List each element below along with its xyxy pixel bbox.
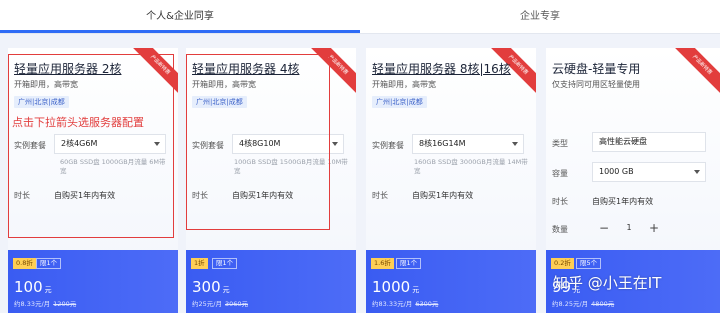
discount-badge: 1折 [191,258,208,269]
spec-note: 160GB SSD盘 3000GB月流量 14M带宽 [414,158,528,175]
minus-button[interactable]: − [594,218,614,238]
discount-badge: 0.2折 [551,258,574,269]
original-price: 3060元 [224,300,249,308]
capacity-label: 容量 [552,169,568,178]
spec-label: 实例套餐 [372,141,404,150]
quantity-stepper: − 1 + [594,218,664,238]
instruction-annotation: 点击下拉箭头选服务器配置 [12,116,144,129]
spec-select-value: 8核16G14M [419,139,466,148]
price-panel[interactable]: 1.6折 限1个 1000 元 约83.33元/月 6300元 [366,250,536,313]
card-subtitle: 仅支持同可用区轻量使用 [552,80,640,89]
discount-badge: 0.8折 [13,258,36,269]
duration-value: 自购买1年内有效 [412,191,474,200]
highlight-box [186,54,330,230]
price-amount: 300 元 [192,278,230,296]
duration-label: 时长 [372,191,388,200]
disk-type-value: 高性能云硬盘 [599,137,647,146]
duration-value: 自购买1年内有效 [592,197,654,206]
quantity-label: 数量 [552,225,568,234]
original-price: 6300元 [415,300,439,308]
card-title[interactable]: 轻量应用服务器 8核|16核 [372,60,511,77]
tab-enterprise-only[interactable]: 企业专享 [360,0,720,34]
spec-select[interactable]: 8核16G14M [412,134,524,154]
chevron-down-icon[interactable] [332,142,338,146]
watermark: 知乎 @小王在IT [553,274,662,292]
price-monthly: 约8.33元/月 1200元 [14,300,77,308]
price-amount: 100 元 [14,278,52,296]
discount-badge: 1.6折 [371,258,394,269]
quantity-value[interactable]: 1 [619,218,639,238]
price-monthly: 约8.25元/月 4800元 [552,300,615,308]
price-monthly: 约25元/月 3060元 [192,300,249,308]
promo-ribbon: 产品新特惠 [668,48,720,99]
limit-badge: 限1个 [212,258,238,269]
tab-divider [0,33,720,34]
card-title: 云硬盘-轻量专用 [552,62,641,76]
region-tag: 广州|北京|成都 [372,96,427,108]
card-subtitle: 开箱即用，高带宽 [372,80,436,89]
chevron-down-icon[interactable] [694,170,700,174]
original-price: 1200元 [53,300,77,308]
duration-label: 时长 [552,197,568,206]
price-panel[interactable]: 0.8折 限1个 100 元 约8.33元/月 1200元 [8,250,178,313]
capacity-select[interactable]: 1000 GB [592,162,706,182]
plus-button[interactable]: + [644,218,664,238]
price-panel[interactable]: 1折 限1个 300 元 约25元/月 3060元 [186,250,356,313]
disk-type-select[interactable]: 高性能云硬盘 [592,132,706,152]
highlight-box [8,54,174,238]
tab-personal-enterprise[interactable]: 个人&企业同享 [0,0,360,34]
price-monthly: 约83.33元/月 6300元 [372,300,439,308]
limit-badge: 限5个 [576,258,602,269]
type-label: 类型 [552,139,568,148]
capacity-value: 1000 GB [599,167,634,176]
limit-badge: 限1个 [396,258,422,269]
tab-bar: 个人&企业同享 企业专享 [0,0,720,34]
chevron-down-icon[interactable] [512,142,518,146]
price-amount: 1000 元 [372,278,420,296]
limit-badge: 限1个 [36,258,62,269]
original-price: 4800元 [591,300,615,308]
